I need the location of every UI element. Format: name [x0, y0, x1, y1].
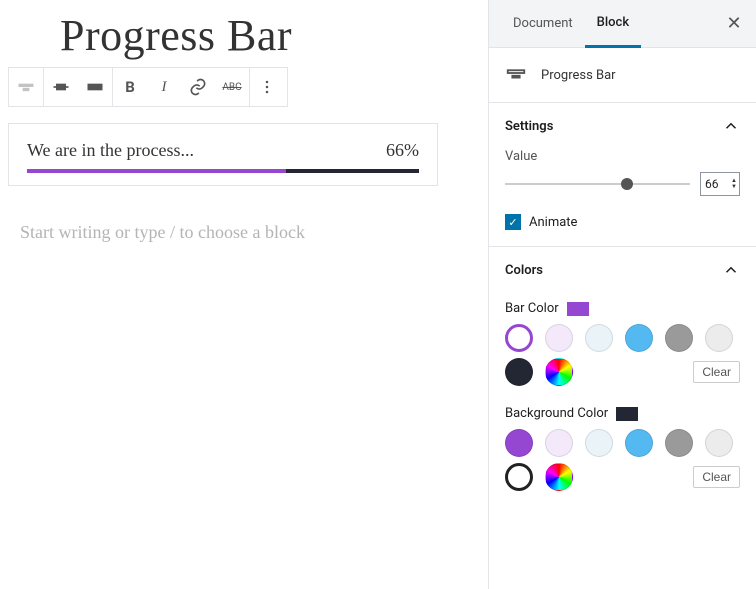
paragraph-placeholder[interactable]: Start writing or type / to choose a bloc…	[8, 218, 328, 248]
progress-label[interactable]: We are in the process...	[27, 140, 194, 161]
color-swatch[interactable]	[705, 324, 733, 352]
animate-checkbox[interactable]: ✓	[505, 214, 521, 230]
color-swatch[interactable]	[585, 324, 613, 352]
block-type-icon[interactable]	[9, 68, 43, 106]
bg-color-label: Background Color	[505, 406, 608, 421]
sidebar-tabs: Document Block ✕	[489, 0, 756, 48]
block-toolbar: B I ABC	[8, 67, 288, 107]
progress-value: 66%	[386, 140, 419, 161]
bar-color-swatch	[567, 302, 589, 316]
custom-color-icon[interactable]	[545, 463, 573, 491]
tab-block[interactable]: Block	[585, 0, 641, 48]
color-swatch[interactable]	[705, 429, 733, 457]
more-options-icon[interactable]	[250, 68, 284, 106]
settings-panel: Settings Value 66 ▲▼ ✓ Animate	[489, 102, 756, 246]
color-swatch[interactable]	[505, 429, 533, 457]
link-icon[interactable]	[181, 68, 215, 106]
progress-track	[27, 169, 419, 173]
progress-bar-block[interactable]: We are in the process... 66%	[8, 123, 438, 186]
clear-bg-color-button[interactable]: Clear	[693, 466, 740, 488]
strikethrough-icon[interactable]: ABC	[215, 68, 249, 106]
color-swatch[interactable]	[665, 324, 693, 352]
color-swatch[interactable]	[545, 324, 573, 352]
block-name: Progress Bar	[541, 68, 616, 83]
bold-icon[interactable]: B	[113, 68, 147, 106]
align-wide-icon[interactable]	[78, 68, 112, 106]
inspector-sidebar: Document Block ✕ Progress Bar Settings V…	[488, 0, 756, 589]
clear-bar-color-button[interactable]: Clear	[693, 361, 740, 383]
page-title[interactable]: Progress Bar	[8, 10, 480, 61]
progress-bar-icon	[505, 62, 527, 88]
custom-color-icon[interactable]	[545, 358, 573, 386]
settings-panel-toggle[interactable]: Settings	[489, 103, 756, 149]
tab-document[interactable]: Document	[501, 0, 585, 48]
italic-icon[interactable]: I	[147, 68, 181, 106]
color-swatch-selected[interactable]	[505, 324, 533, 352]
color-swatch[interactable]	[505, 358, 533, 386]
animate-label: Animate	[529, 215, 577, 230]
close-icon[interactable]: ✕	[718, 8, 750, 40]
chevron-up-icon	[722, 261, 740, 279]
color-swatch[interactable]	[625, 324, 653, 352]
chevron-up-icon	[722, 117, 740, 135]
colors-panel-title: Colors	[505, 263, 543, 278]
bg-color-swatch	[616, 407, 638, 421]
value-input[interactable]: 66 ▲▼	[700, 172, 740, 196]
color-swatch-selected[interactable]	[505, 463, 533, 491]
value-label: Value	[505, 149, 740, 164]
color-swatch[interactable]	[545, 429, 573, 457]
settings-panel-title: Settings	[505, 119, 553, 134]
value-number: 66	[705, 177, 719, 191]
editor-canvas: Progress Bar B I ABC We are in the proce…	[0, 0, 488, 589]
stepper-icon[interactable]: ▲▼	[731, 178, 737, 190]
block-header: Progress Bar	[489, 48, 756, 102]
colors-panel-toggle[interactable]: Colors	[489, 247, 756, 293]
bar-color-label: Bar Color	[505, 301, 559, 316]
color-swatch[interactable]	[665, 429, 693, 457]
progress-fill	[27, 169, 286, 173]
align-center-icon[interactable]	[44, 68, 78, 106]
value-slider[interactable]	[505, 174, 690, 194]
colors-panel: Colors Bar Color	[489, 246, 756, 507]
color-swatch[interactable]	[625, 429, 653, 457]
color-swatch[interactable]	[585, 429, 613, 457]
